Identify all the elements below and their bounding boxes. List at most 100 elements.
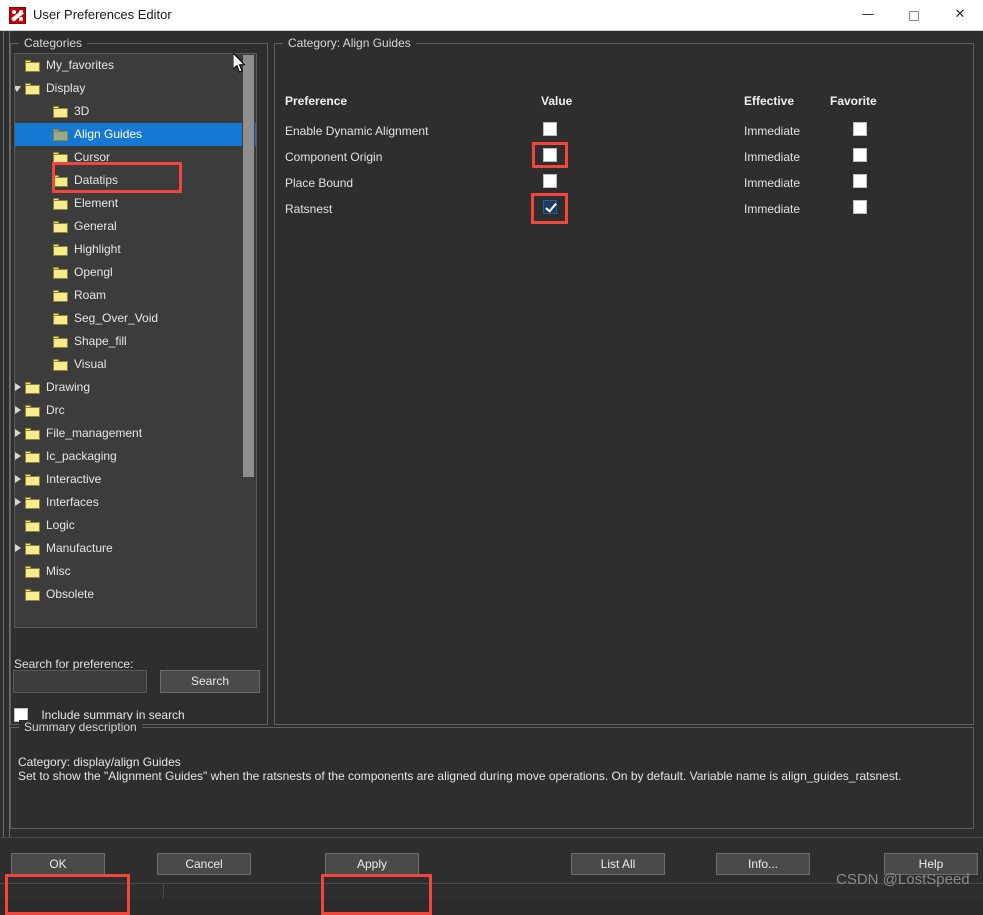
tree-item-align-guides[interactable]: Align Guides bbox=[15, 123, 256, 146]
app-logo-icon bbox=[9, 7, 26, 24]
ok-button[interactable]: OK bbox=[11, 853, 105, 875]
watermark-text: CSDN @LostSpeed bbox=[836, 871, 970, 888]
chevron-right-icon[interactable] bbox=[14, 491, 24, 514]
tree-item-interactive[interactable]: Interactive bbox=[15, 468, 256, 491]
preferences-table-header: Preference Value Effective Favorite bbox=[285, 91, 965, 121]
chevron-right-icon[interactable] bbox=[14, 537, 24, 560]
column-header-preference: Preference bbox=[285, 94, 347, 108]
tree-item-3d[interactable]: 3D bbox=[15, 100, 256, 123]
tree-item-drc[interactable]: Drc bbox=[15, 399, 256, 422]
tree-item-ic-packaging[interactable]: Ic_packaging bbox=[15, 445, 256, 468]
tree-item-logic[interactable]: Logic bbox=[15, 514, 256, 537]
tree-scrollbar[interactable] bbox=[242, 55, 255, 628]
tree-item-cursor[interactable]: Cursor bbox=[15, 146, 256, 169]
tree-item-label: Manufacture bbox=[46, 537, 113, 560]
preference-name: Place Bound bbox=[285, 176, 353, 190]
categories-tree[interactable]: My_favoritesDisplay3DAlign GuidesCursorD… bbox=[14, 53, 257, 628]
tree-item-seg-over-void[interactable]: Seg_Over_Void bbox=[15, 307, 256, 330]
tree-item-datatips[interactable]: Datatips bbox=[15, 169, 256, 192]
tree-item-highlight[interactable]: Highlight bbox=[15, 238, 256, 261]
tree-item-obsolete[interactable]: Obsolete bbox=[15, 583, 256, 606]
tree-item-misc[interactable]: Misc bbox=[15, 560, 256, 583]
tree-item-label: Seg_Over_Void bbox=[74, 307, 158, 330]
search-input[interactable] bbox=[13, 670, 147, 693]
effective-value: Immediate bbox=[744, 150, 800, 164]
preferences-table: Preference Value Effective Favorite Enab… bbox=[285, 91, 965, 225]
tree-item-label: Drc bbox=[46, 399, 65, 422]
cancel-button[interactable]: Cancel bbox=[157, 853, 251, 875]
summary-line-1: Category: display/align Guides bbox=[18, 755, 958, 769]
value-checkbox[interactable] bbox=[543, 148, 557, 162]
folder-icon bbox=[53, 152, 68, 164]
list-all-button[interactable]: List All bbox=[571, 853, 665, 875]
favorite-checkbox[interactable] bbox=[853, 174, 867, 188]
tree-item-display[interactable]: Display bbox=[15, 77, 256, 100]
maximize-button[interactable] bbox=[891, 0, 937, 30]
minimize-button[interactable]: — bbox=[845, 0, 891, 30]
button-bar-separator bbox=[0, 837, 983, 838]
categories-groupbox-title: Categories bbox=[19, 36, 87, 50]
chevron-right-icon[interactable] bbox=[14, 445, 24, 468]
preference-row: Place Bound Immediate bbox=[285, 173, 965, 199]
tree-item-opengl[interactable]: Opengl bbox=[15, 261, 256, 284]
status-bar-divider bbox=[163, 883, 164, 899]
tree-item-interfaces[interactable]: Interfaces bbox=[15, 491, 256, 514]
chevron-right-icon[interactable] bbox=[14, 468, 24, 491]
folder-icon bbox=[25, 83, 40, 95]
info-button[interactable]: Info... bbox=[716, 853, 810, 875]
tree-item-label: Visual bbox=[74, 353, 106, 376]
tree-item-manufacture[interactable]: Manufacture bbox=[15, 537, 256, 560]
tree-item-element[interactable]: Element bbox=[15, 192, 256, 215]
chevron-right-icon[interactable] bbox=[14, 399, 24, 422]
maximize-icon bbox=[909, 11, 919, 21]
column-header-favorite: Favorite bbox=[830, 94, 877, 108]
summary-description-text: Category: display/align Guides Set to sh… bbox=[18, 755, 958, 783]
folder-icon bbox=[53, 336, 68, 348]
tree-item-label: Obsolete bbox=[46, 583, 94, 606]
annotation-ok-button bbox=[5, 874, 130, 915]
folder-icon bbox=[25, 589, 40, 601]
tree-item-label: Datatips bbox=[74, 169, 118, 192]
preference-row: RatsnestImmediate bbox=[285, 199, 965, 225]
folder-icon bbox=[25, 566, 40, 578]
favorite-checkbox[interactable] bbox=[853, 122, 867, 136]
tree-item-label: Shape_fill bbox=[74, 330, 127, 353]
tree-item-visual[interactable]: Visual bbox=[15, 353, 256, 376]
annotation-apply-button bbox=[321, 874, 432, 915]
tree-item-drawing[interactable]: Drawing bbox=[15, 376, 256, 399]
tree-item-general[interactable]: General bbox=[15, 215, 256, 238]
tree-item-label: Cursor bbox=[74, 146, 110, 169]
tree-scrollbar-thumb[interactable] bbox=[243, 55, 254, 477]
minimize-icon: — bbox=[845, 0, 891, 30]
favorite-checkbox[interactable] bbox=[853, 200, 867, 214]
folder-icon bbox=[25, 497, 40, 509]
value-checkbox[interactable] bbox=[543, 200, 557, 214]
tree-item-file-management[interactable]: File_management bbox=[15, 422, 256, 445]
value-checkbox[interactable] bbox=[543, 122, 557, 136]
preference-name: Enable Dynamic Alignment bbox=[285, 124, 428, 138]
folder-icon bbox=[25, 428, 40, 440]
tree-item-label: Interfaces bbox=[46, 491, 99, 514]
tree-item-my-favorites[interactable]: My_favorites bbox=[15, 54, 256, 77]
close-button[interactable]: ✕ bbox=[937, 0, 983, 30]
chevron-right-icon[interactable] bbox=[14, 376, 24, 399]
folder-icon bbox=[53, 359, 68, 371]
tree-item-shape-fill[interactable]: Shape_fill bbox=[15, 330, 256, 353]
chevron-right-icon[interactable] bbox=[14, 422, 24, 445]
favorite-checkbox[interactable] bbox=[853, 148, 867, 162]
apply-button[interactable]: Apply bbox=[325, 853, 419, 875]
column-header-effective: Effective bbox=[744, 94, 794, 108]
folder-icon bbox=[53, 106, 68, 118]
tree-item-label: Opengl bbox=[74, 261, 113, 284]
tree-item-label: Highlight bbox=[74, 238, 121, 261]
tree-item-label: Drawing bbox=[46, 376, 90, 399]
effective-value: Immediate bbox=[744, 176, 800, 190]
folder-icon bbox=[53, 290, 68, 302]
chevron-down-icon[interactable] bbox=[14, 77, 24, 100]
tree-item-label: My_favorites bbox=[46, 54, 114, 77]
tree-item-roam[interactable]: Roam bbox=[15, 284, 256, 307]
category-groupbox-title: Category: Align Guides bbox=[283, 36, 416, 50]
value-checkbox[interactable] bbox=[543, 174, 557, 188]
summary-groupbox-title: Summary description bbox=[19, 720, 142, 734]
search-button[interactable]: Search bbox=[160, 670, 260, 693]
